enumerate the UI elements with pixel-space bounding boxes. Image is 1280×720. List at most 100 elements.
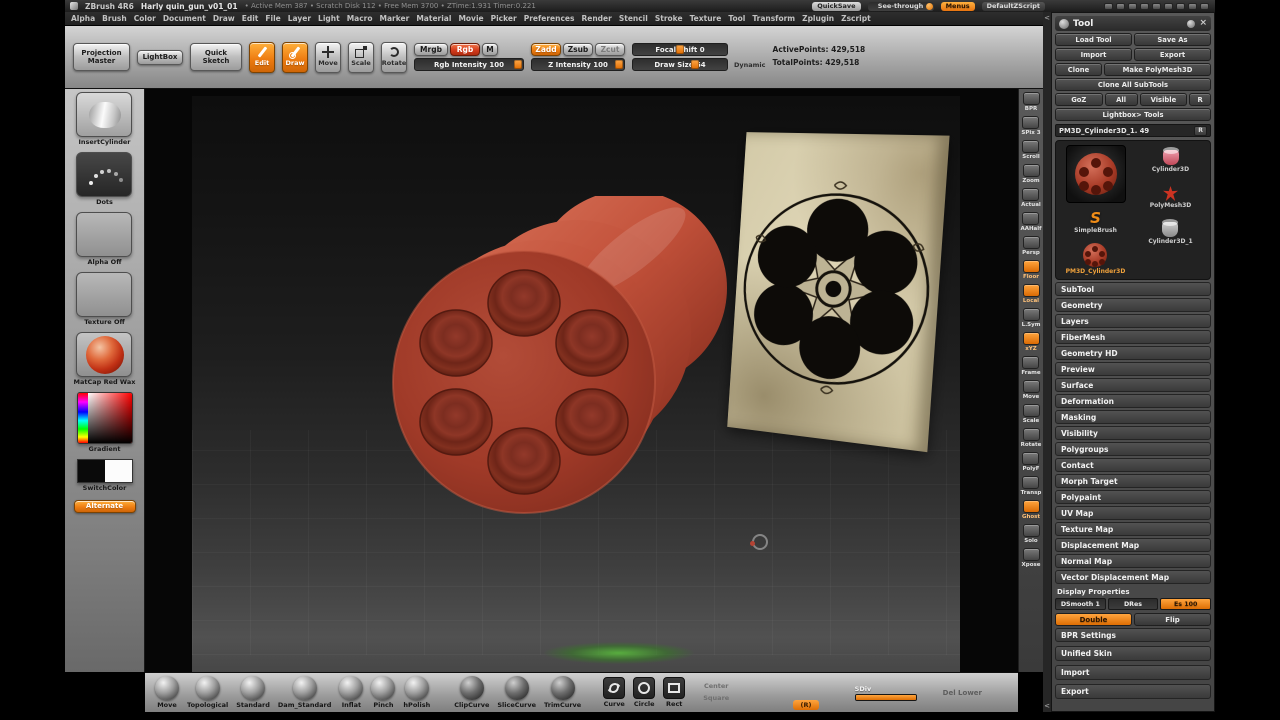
tool-section[interactable]: Geometry HD	[1055, 346, 1211, 360]
menu-item[interactable]: Movie	[458, 14, 483, 23]
slider-handle-icon[interactable]	[514, 60, 522, 69]
actual-button[interactable]: Actual	[1021, 188, 1041, 208]
menu-item[interactable]: Render	[581, 14, 611, 23]
active-tool-bar[interactable]: PM3D_Cylinder3D_1. 49 R	[1055, 124, 1211, 137]
active-tool-r-button[interactable]: R	[1194, 125, 1207, 136]
scroll-button[interactable]: Scroll	[1022, 140, 1040, 160]
slider-handle-icon[interactable]	[615, 60, 623, 69]
saturation-field-icon[interactable]	[87, 393, 132, 443]
active-tool-thumbnail[interactable]	[1065, 145, 1126, 203]
scale-gizmo-button[interactable]: Scale	[1022, 404, 1040, 424]
xyz-toggle[interactable]: xYZ	[1022, 332, 1040, 352]
tool-section[interactable]: Masking	[1055, 410, 1211, 424]
del-lower-button[interactable]: Del Lower	[943, 689, 982, 697]
menu-item[interactable]: Tool	[728, 14, 745, 23]
lsym-toggle[interactable]: L.Sym	[1022, 308, 1040, 328]
menu-item[interactable]: Brush	[102, 14, 127, 23]
tool-section[interactable]: Layers	[1055, 314, 1211, 328]
menu-item[interactable]: Layer	[288, 14, 311, 23]
goz-visible-button[interactable]: Visible	[1139, 93, 1188, 106]
switch-color-swatches[interactable]	[76, 459, 133, 483]
interface-icon-2[interactable]	[1116, 2, 1125, 10]
tool-cylinder3d[interactable]: Cylinder3D	[1152, 145, 1189, 178]
dynamic-label[interactable]: Dynamic	[734, 61, 766, 69]
stroke-circle[interactable]: Circle	[633, 677, 656, 708]
tool-section[interactable]: Displacement Map	[1055, 538, 1211, 552]
menu-item[interactable]: Picker	[491, 14, 517, 23]
display-properties-title[interactable]: Display Properties	[1057, 588, 1211, 596]
spix-slider[interactable]: SPix 3	[1021, 116, 1041, 136]
move-gizmo-button[interactable]: Move	[1022, 380, 1040, 400]
center-toggle[interactable]: Center	[703, 681, 729, 692]
zcut-button[interactable]: Zcut	[595, 43, 625, 56]
focal-shift-slider[interactable]: Focal Shift 0	[632, 43, 728, 56]
tool-polymesh3d[interactable]: PolyMesh3D	[1150, 181, 1191, 214]
tool-section[interactable]: Geometry	[1055, 298, 1211, 312]
bpr-button[interactable]: BPR	[1022, 92, 1040, 112]
interface-icon-9[interactable]	[1200, 2, 1209, 10]
stroke-selector[interactable]: Dots	[76, 152, 133, 206]
slider-handle-icon[interactable]	[691, 60, 700, 69]
scroll-up-icon[interactable]: <	[1044, 14, 1050, 22]
menu-item[interactable]: Preferences	[524, 14, 575, 23]
interface-icon-1[interactable]	[1104, 2, 1113, 10]
floor-toggle[interactable]: Floor	[1022, 260, 1040, 280]
interface-icon-6[interactable]	[1164, 2, 1173, 10]
draw-size-slider[interactable]: Draw Size 64	[632, 58, 728, 71]
load-tool-button[interactable]: Load Tool	[1055, 33, 1132, 46]
menus-button[interactable]: Menus	[940, 1, 975, 11]
lightbox-button[interactable]: LightBox	[137, 49, 183, 65]
lightbox-tools-button[interactable]: Lightbox> Tools	[1055, 108, 1211, 121]
sdiv-bar-icon[interactable]	[854, 693, 917, 701]
tool-section[interactable]: Export	[1055, 684, 1211, 699]
brush-dam-standard[interactable]: Dam_Standard	[278, 676, 331, 709]
brush-standard[interactable]: Standard	[236, 676, 270, 709]
menu-item[interactable]: Edit	[242, 14, 259, 23]
persp-toggle[interactable]: Persp	[1022, 236, 1040, 256]
flip-button[interactable]: Flip	[1134, 613, 1211, 626]
document-area[interactable]	[192, 96, 960, 672]
see-through-slider[interactable]: See-through	[867, 1, 934, 11]
brush-slicecurve[interactable]: SliceCurve	[497, 676, 536, 709]
tool-section[interactable]: UV Map	[1055, 506, 1211, 520]
clone-all-subtools-button[interactable]: Clone All SubTools	[1055, 78, 1211, 91]
draw-button[interactable]: Draw	[282, 41, 308, 73]
brush-move[interactable]: Move	[155, 676, 179, 709]
xpose-button[interactable]: Xpose	[1022, 548, 1040, 568]
tool-section[interactable]: Unified Skin	[1055, 646, 1211, 661]
tool-section[interactable]: Surface	[1055, 378, 1211, 392]
rgb-intensity-slider[interactable]: Rgb Intensity 100	[414, 58, 524, 71]
export-button[interactable]: Export	[1134, 48, 1211, 61]
dres-slider[interactable]: DRes	[1107, 598, 1159, 610]
menu-item[interactable]: Stencil	[619, 14, 648, 23]
r-button[interactable]: (R)	[793, 700, 819, 710]
brush-trimcurve[interactable]: TrimCurve	[544, 676, 581, 709]
m-button[interactable]: M	[482, 43, 498, 56]
hue-strip-icon[interactable]	[77, 393, 88, 443]
bpr-settings-section[interactable]: BPR Settings	[1055, 628, 1211, 642]
stroke-rect[interactable]: Rect	[663, 677, 686, 708]
close-panel-icon[interactable]: ×	[1199, 19, 1207, 28]
square-toggle[interactable]: Square	[703, 693, 729, 704]
import-button[interactable]: Import	[1055, 48, 1132, 61]
menu-item[interactable]: Marker	[380, 14, 410, 23]
brush-pinch[interactable]: Pinch	[371, 676, 396, 709]
tool-pm3d-cylinder3d[interactable]: PM3D_Cylinder3D	[1066, 242, 1125, 275]
rgb-button[interactable]: Rgb	[450, 43, 480, 56]
mrgb-button[interactable]: Mrgb	[414, 43, 448, 56]
default-zscript-button[interactable]: DefaultZScript	[981, 1, 1045, 11]
tool-section[interactable]: Import	[1055, 665, 1211, 680]
texture-selector[interactable]: Texture Off	[76, 272, 133, 326]
double-button[interactable]: Double	[1055, 613, 1132, 626]
menu-item[interactable]: Stroke	[655, 14, 683, 23]
edit-button[interactable]: Edit	[249, 41, 275, 73]
panel-menu-icon[interactable]	[1187, 19, 1196, 28]
menu-item[interactable]: File	[265, 14, 280, 23]
tool-section[interactable]: Preview	[1055, 362, 1211, 376]
alternate-button[interactable]: Alternate	[73, 500, 136, 513]
tool-section[interactable]: Texture Map	[1055, 522, 1211, 536]
interface-icon-7[interactable]	[1176, 2, 1185, 10]
brush-topological[interactable]: Topological	[187, 676, 228, 709]
alpha-selector[interactable]: Alpha Off	[76, 212, 133, 266]
tool-section[interactable]: FiberMesh	[1055, 330, 1211, 344]
